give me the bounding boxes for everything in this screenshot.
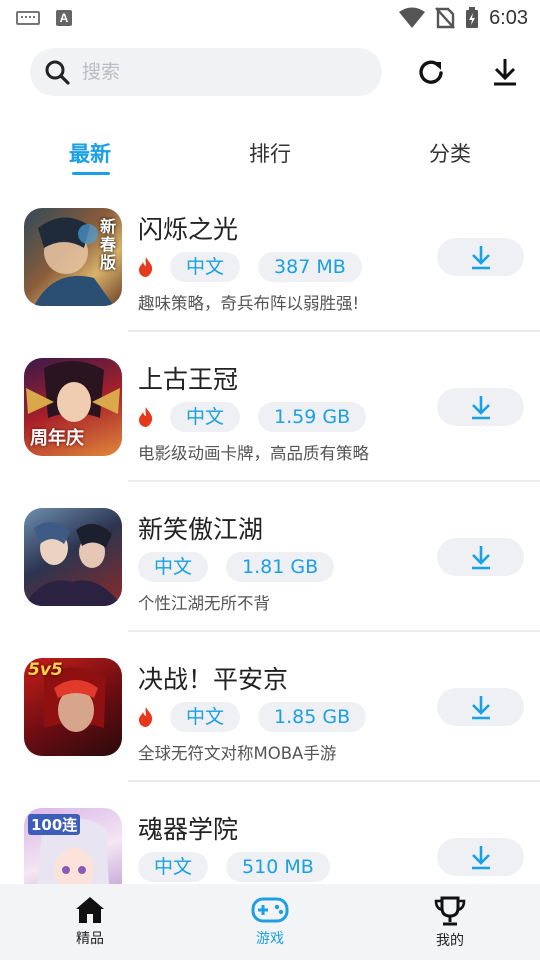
download-icon (494, 59, 516, 86)
thumb-badge: 100连 (28, 814, 81, 835)
download-button[interactable] (437, 238, 524, 276)
size-tag: 1.81 GB (226, 552, 335, 582)
downloads-button[interactable] (485, 52, 525, 92)
app-tags: 中文 1.81 GB (138, 552, 335, 582)
size-tag: 510 MB (226, 852, 330, 882)
app-thumbnail: 5v5 (24, 658, 122, 756)
nav-item-games[interactable]: 游戏 (210, 884, 330, 960)
download-icon (471, 246, 490, 270)
tab-category[interactable]: 分类 (405, 138, 495, 168)
download-icon (471, 396, 490, 420)
size-tag: 1.59 GB (258, 402, 367, 432)
app-tags: 中文 1.85 GB (138, 702, 367, 732)
status-bar: A 6:03 (0, 0, 540, 36)
size-tag: 387 MB (258, 252, 362, 282)
download-icon (471, 696, 490, 720)
thumb-badge: 新春版 (100, 217, 117, 272)
app-title: 魂器学院 (138, 815, 239, 844)
thumb-badge: 5v5 (28, 660, 63, 680)
search-icon (45, 60, 70, 85)
language-tag: 中文 (138, 552, 209, 582)
app-description: 全球无符文对称MOBA手游 (138, 744, 337, 763)
nav-label: 游戏 (256, 931, 284, 947)
no-sim-icon (435, 7, 455, 29)
app-title: 新笑傲江湖 (138, 515, 264, 544)
a-notification-icon: A (56, 10, 72, 26)
refresh-icon (419, 60, 443, 84)
nav-item-mine[interactable]: 我的 (390, 884, 510, 960)
language-tag: 中文 (138, 852, 209, 882)
app-title: 决战！平安京 (138, 665, 289, 694)
app-title: 闪烁之光 (138, 215, 239, 244)
active-tab-indicator (72, 172, 110, 175)
app-list: 新春版 闪烁之光 中文 387 MB 趣味策略，奇兵布阵以弱胜强! 周年庆 上古… (0, 182, 540, 884)
app-tags: 中文 387 MB (138, 252, 362, 282)
nav-item-featured[interactable]: 精品 (30, 884, 150, 960)
app-thumbnail: 新春版 (24, 208, 122, 306)
download-icon (471, 846, 490, 870)
app-description: 个性江湖无所不背 (138, 594, 270, 613)
list-item[interactable]: 100连 魂器学院 中文 510 MB (0, 782, 540, 884)
list-item[interactable]: 新笑傲江湖 中文 1.81 GB 个性江湖无所不背 (0, 482, 540, 632)
app-thumbnail (24, 508, 122, 606)
list-item[interactable]: 周年庆 上古王冠 中文 1.59 GB 电影级动画卡牌，高品质有策略 (0, 332, 540, 482)
nav-label: 我的 (436, 933, 464, 949)
search-input[interactable] (82, 61, 342, 83)
app-description: 电影级动画卡牌，高品质有策略 (138, 444, 369, 463)
fire-icon (139, 707, 153, 727)
download-button[interactable] (437, 388, 524, 426)
app-thumbnail: 100连 (24, 808, 122, 884)
nav-label: 精品 (76, 931, 104, 947)
category-tabs: 最新 排行 分类 (0, 130, 540, 180)
app-thumbnail: 周年庆 (24, 358, 122, 456)
list-item[interactable]: 新春版 闪烁之光 中文 387 MB 趣味策略，奇兵布阵以弱胜强! (0, 182, 540, 332)
search-bar[interactable] (30, 48, 382, 96)
fire-icon (139, 257, 153, 277)
download-button[interactable] (437, 538, 524, 576)
tab-latest[interactable]: 最新 (45, 138, 135, 168)
app-title: 上古王冠 (138, 365, 239, 394)
app-tags: 中文 1.59 GB (138, 402, 367, 432)
home-icon (76, 897, 104, 923)
size-tag: 1.85 GB (258, 702, 367, 732)
fire-icon (139, 407, 153, 427)
language-tag: 中文 (170, 252, 241, 282)
bottom-nav: 精品 游戏 我的 (0, 884, 540, 960)
download-button[interactable] (437, 688, 524, 726)
list-item[interactable]: 5v5 决战！平安京 中文 1.85 GB 全球无符文对称MOBA手游 (0, 632, 540, 782)
gamepad-icon (251, 897, 289, 923)
wifi-icon (399, 7, 426, 28)
tab-ranking[interactable]: 排行 (225, 138, 315, 168)
app-tags: 中文 510 MB (138, 852, 330, 882)
trophy-icon (434, 896, 466, 926)
language-tag: 中文 (170, 702, 241, 732)
download-button[interactable] (437, 838, 524, 876)
battery-charging-icon (466, 7, 479, 28)
download-icon (471, 546, 490, 570)
app-description: 趣味策略，奇兵布阵以弱胜强! (138, 294, 360, 313)
language-tag: 中文 (170, 402, 241, 432)
refresh-button[interactable] (411, 52, 451, 92)
keyboard-icon (16, 11, 40, 25)
thumb-badge: 周年庆 (30, 428, 84, 449)
status-time: 6:03 (489, 6, 528, 29)
